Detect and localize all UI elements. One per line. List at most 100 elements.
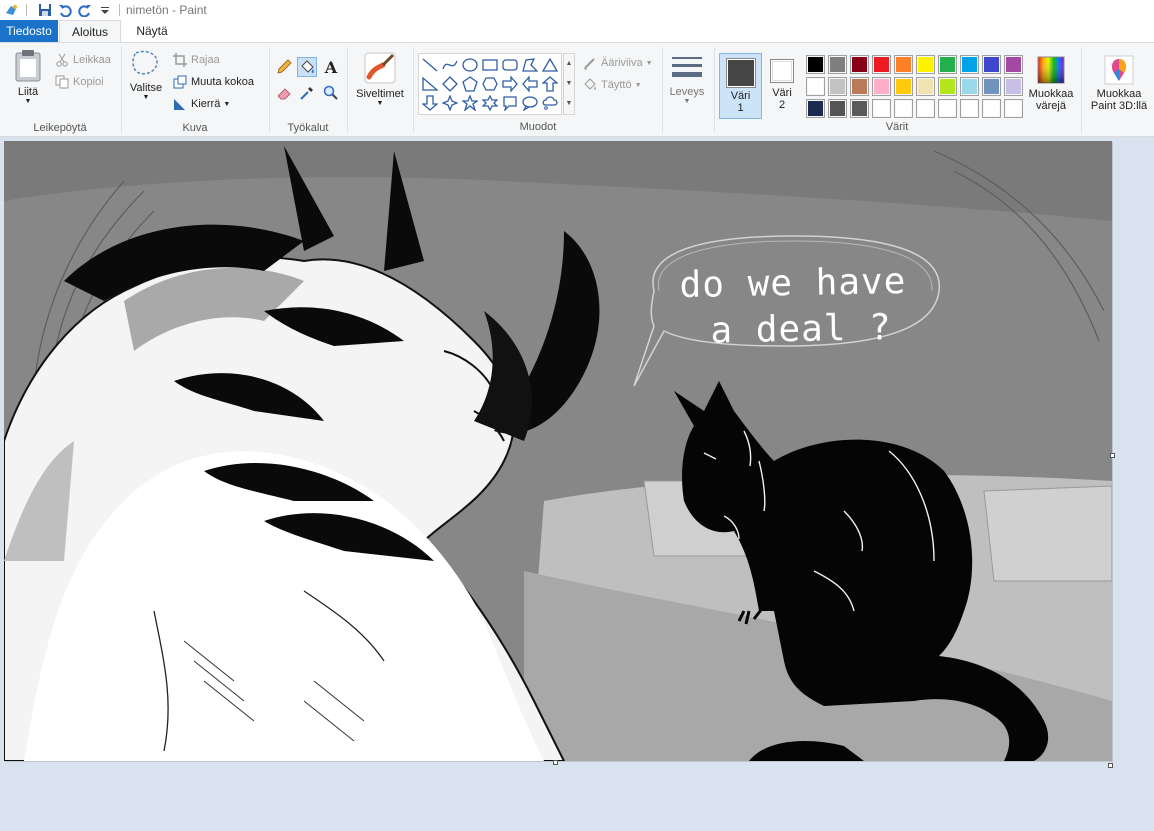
palette-swatch[interactable] [960,77,979,96]
shapes-gallery-scroll[interactable]: ▲ ▼ ▼ [563,53,575,115]
oval-callout-shape-icon[interactable] [521,94,539,112]
rounded-callout-shape-icon[interactable] [501,94,519,112]
scroll-down-icon[interactable]: ▼ [564,74,574,94]
palette-swatch[interactable] [828,99,847,118]
window-title: nimetön - Paint [126,3,207,17]
palette-swatch[interactable] [960,99,979,118]
scroll-up-icon[interactable]: ▲ [564,54,574,74]
clipboard-icon [15,50,41,82]
chevron-down-icon[interactable]: ▼ [664,98,710,106]
palette-swatch[interactable] [872,99,891,118]
brushes-button[interactable]: Siveltimet ▼ [352,51,408,108]
eraser-icon[interactable] [274,83,294,103]
palette-swatch[interactable] [916,77,935,96]
down-arrow-shape-icon[interactable] [421,94,439,112]
oval-shape-icon[interactable] [461,56,479,74]
size-button[interactable]: Leveys ▼ [664,53,710,106]
paste-button[interactable]: Liitä ▼ [8,49,48,106]
canvas-resize-handle-right[interactable] [1110,453,1115,458]
chevron-down-icon[interactable]: ▼ [8,98,48,106]
palette-swatch[interactable] [806,77,825,96]
fill-button[interactable]: Täyttö ▼ [582,77,642,93]
chevron-down-icon[interactable]: ▼ [646,60,653,67]
crop-icon [172,52,188,68]
copy-button[interactable]: Kopioi [54,74,104,90]
chevron-down-icon[interactable]: ▼ [352,100,408,108]
palette-swatch-color [808,101,823,116]
palette-swatch[interactable] [982,99,1001,118]
palette-swatch[interactable] [828,77,847,96]
tab-home[interactable]: Aloitus [59,20,121,43]
chevron-down-icon[interactable]: ▼ [635,82,642,89]
customize-qat-icon[interactable] [97,2,113,18]
cloud-callout-shape-icon[interactable] [541,94,559,112]
palette-swatch[interactable] [806,99,825,118]
palette-swatch[interactable] [894,99,913,118]
palette-swatch[interactable] [916,55,935,74]
line-shape-icon[interactable] [421,56,439,74]
palette-swatch[interactable] [982,55,1001,74]
magnifier-icon[interactable] [321,83,341,103]
palette-swatch[interactable] [850,77,869,96]
resize-button[interactable]: Muuta kokoa [172,74,254,90]
palette-swatch-color [874,57,889,72]
five-point-star-shape-icon[interactable] [461,94,479,112]
hexagon-shape-icon[interactable] [481,75,499,93]
chevron-down-icon[interactable]: ▼ [126,94,166,102]
rotate-button[interactable]: Kierrä ▼ [172,96,230,112]
palette-swatch[interactable] [960,55,979,74]
palette-swatch[interactable] [850,99,869,118]
palette-swatch[interactable] [872,55,891,74]
palette-swatch[interactable] [938,77,957,96]
canvas-resize-handle-bottom[interactable] [553,760,558,765]
diamond-shape-icon[interactable] [441,75,459,93]
text-icon[interactable]: A [321,57,341,77]
paint3d-button[interactable]: Muokkaa Paint 3D:llä [1086,55,1152,112]
palette-swatch[interactable] [828,55,847,74]
rectangle-shape-icon[interactable] [481,56,499,74]
tab-file[interactable]: Tiedosto [0,20,58,42]
cut-button[interactable]: Leikkaa [54,52,111,68]
undo-icon[interactable] [57,2,73,18]
palette-swatch[interactable] [938,99,957,118]
paint-app-icon[interactable] [4,2,20,18]
palette-swatch[interactable] [1004,77,1023,96]
palette-swatch[interactable] [894,55,913,74]
chevron-down-icon[interactable]: ▼ [223,101,230,108]
pentagon-shape-icon[interactable] [461,75,479,93]
curve-shape-icon[interactable] [441,56,459,74]
expand-gallery-icon[interactable]: ▼ [564,94,574,114]
palette-swatch[interactable] [894,77,913,96]
outline-button[interactable]: Ääriviiva ▼ [582,55,653,71]
palette-swatch[interactable] [1004,99,1023,118]
canvas-resize-handle-corner[interactable] [1108,763,1113,768]
drawing-canvas[interactable]: do we have a deal ? [4,141,1112,761]
color1-button[interactable]: Väri 1 [719,53,762,119]
palette-swatch[interactable] [938,55,957,74]
edit-colors-button[interactable]: Muokkaa värejä [1026,55,1076,112]
palette-swatch[interactable] [806,55,825,74]
select-button[interactable]: Valitse ▼ [126,49,166,102]
right-arrow-shape-icon[interactable] [501,75,519,93]
four-point-star-shape-icon[interactable] [441,94,459,112]
save-icon[interactable] [37,2,53,18]
up-arrow-shape-icon[interactable] [541,75,559,93]
triangle-shape-icon[interactable] [541,56,559,74]
palette-swatch[interactable] [982,77,1001,96]
left-arrow-shape-icon[interactable] [521,75,539,93]
palette-swatch[interactable] [850,55,869,74]
rounded-rectangle-shape-icon[interactable] [501,56,519,74]
palette-swatch[interactable] [1004,55,1023,74]
right-triangle-shape-icon[interactable] [421,75,439,93]
color2-button[interactable]: Väri 2 [764,53,800,111]
palette-swatch[interactable] [872,77,891,96]
palette-swatch[interactable] [916,99,935,118]
pencil-icon[interactable] [274,57,294,77]
crop-button[interactable]: Rajaa [172,52,220,68]
fill-bucket-icon[interactable] [297,57,317,77]
tab-view[interactable]: Näytä [124,20,180,42]
color-picker-icon[interactable] [297,83,317,103]
redo-icon[interactable] [77,2,93,18]
six-point-star-shape-icon[interactable] [481,94,499,112]
polygon-shape-icon[interactable] [521,56,539,74]
